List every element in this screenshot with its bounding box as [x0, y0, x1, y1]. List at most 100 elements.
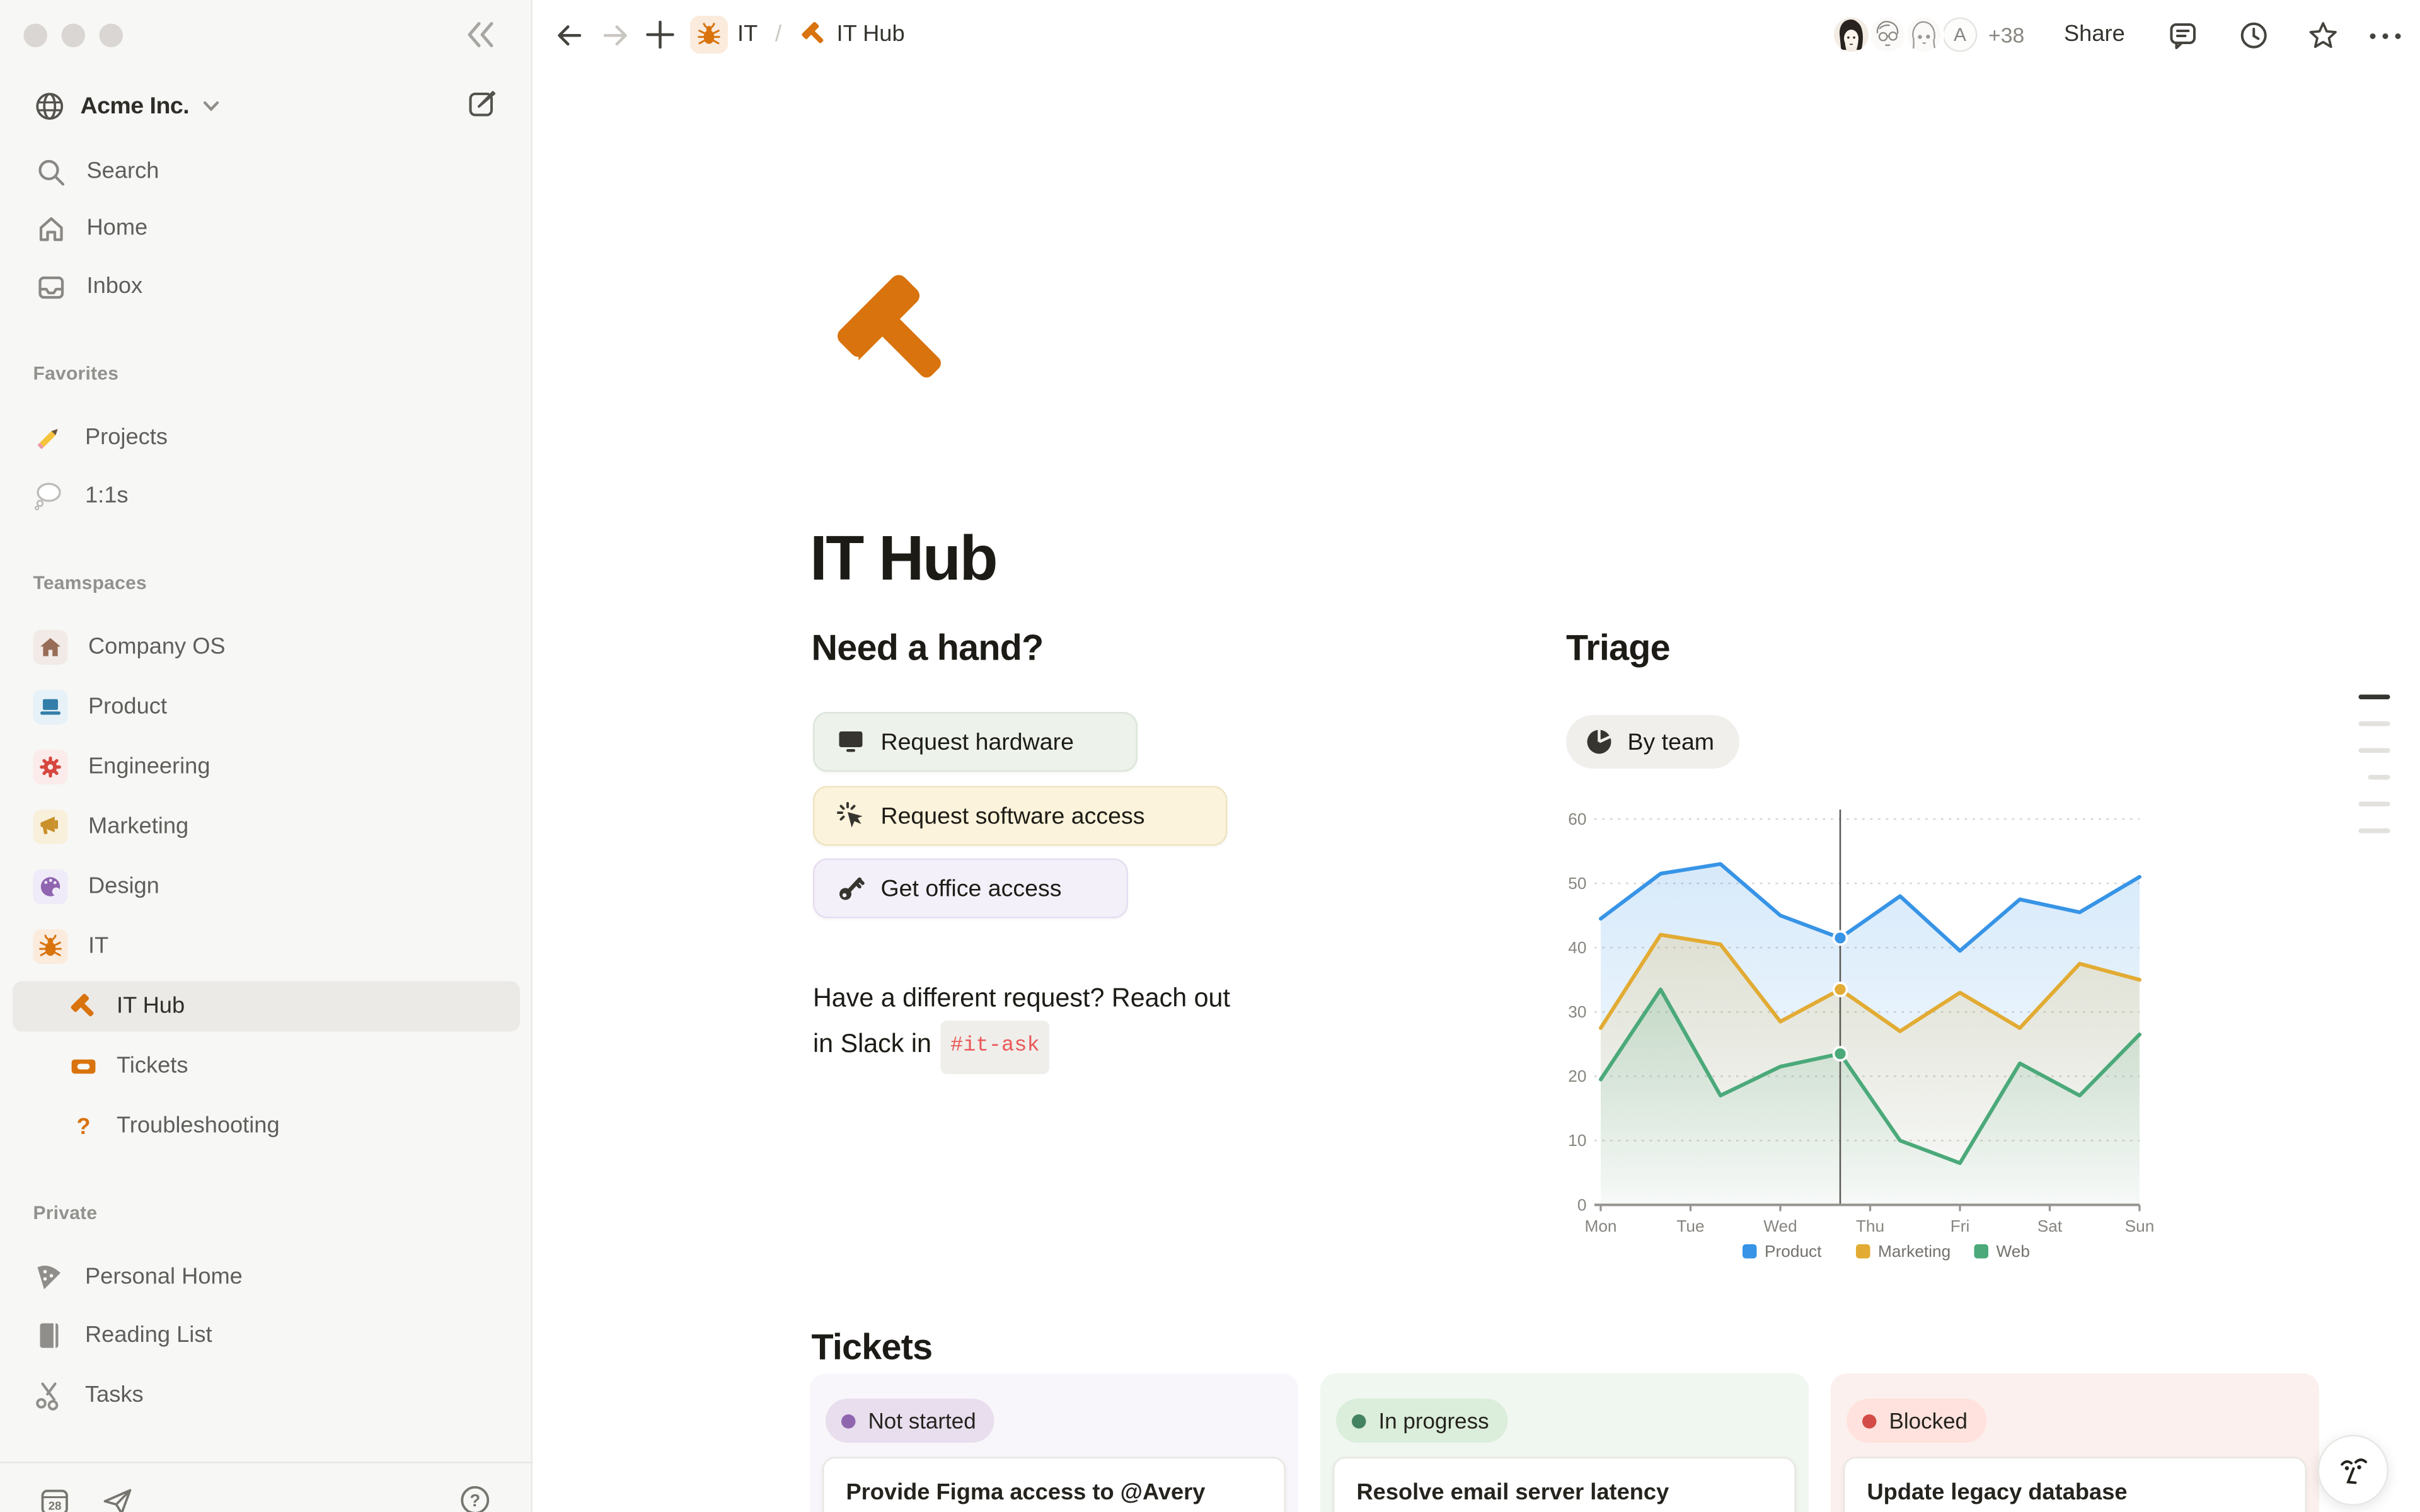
sidebar-item-home[interactable]: Home [13, 205, 520, 252]
outline-mark[interactable] [2368, 775, 2390, 780]
calendar-icon[interactable]: 28 [38, 1486, 71, 1512]
laptop-icon [38, 695, 63, 720]
status-pill[interactable]: Blocked [1847, 1399, 1986, 1443]
window-minimize-button[interactable] [60, 23, 84, 47]
note-line-1: Have a different request? Reach out [813, 983, 1230, 1012]
triage-line-chart[interactable]: 0102030405060MonTueWedThuFriSatSunProduc… [1547, 791, 2162, 1279]
notion-app-window: Acme Inc. Search Home Inbox Favorites Pr… [0, 0, 2420, 1512]
svg-text:Sun: Sun [2125, 1217, 2155, 1235]
button-label: Request hardware [881, 728, 1074, 755]
avatar[interactable] [1903, 14, 1944, 55]
comments-icon[interactable] [2168, 21, 2198, 51]
svg-text:?: ? [470, 1491, 480, 1510]
sidebar-section-teamspaces: Teamspaces [33, 572, 147, 594]
svg-text:10: 10 [1568, 1131, 1586, 1150]
button-label: Request software access [881, 803, 1145, 830]
sidebar-item-company-os[interactable]: Company OS [13, 624, 520, 671]
status-pill[interactable]: Not started [826, 1399, 995, 1443]
svg-text:0: 0 [1577, 1195, 1587, 1214]
members-overflow-count[interactable]: +38 [1988, 24, 2024, 48]
notion-ai-button[interactable] [2318, 1435, 2389, 1506]
sidebar-section-private: Private [33, 1202, 98, 1224]
sidebar-item-it-hub[interactable]: IT Hub [13, 982, 520, 1032]
help-icon[interactable]: ? [459, 1484, 492, 1512]
forward-icon[interactable] [601, 21, 631, 51]
get-office-access-button[interactable]: Get office access [813, 859, 1128, 919]
slack-channel-code[interactable]: #it-ask [941, 1021, 1049, 1074]
outline-mark[interactable] [2359, 802, 2390, 807]
outline-mark[interactable] [2359, 721, 2390, 726]
sidebar-item-label: Personal Home [85, 1265, 243, 1290]
section-heading-triage[interactable]: Triage [1566, 627, 1670, 670]
status-pill[interactable]: In progress [1336, 1399, 1508, 1443]
workspace-switcher[interactable]: Acme Inc. [33, 85, 219, 126]
house-icon [38, 635, 63, 660]
sidebar-item-inbox[interactable]: Inbox [13, 263, 520, 311]
ticket-icon [69, 1052, 98, 1080]
breadcrumb-page[interactable]: IT Hub [837, 22, 905, 47]
window-zoom-button[interactable] [98, 23, 122, 47]
svg-text:20: 20 [1568, 1067, 1586, 1085]
ticket-card[interactable]: Resolve email server latency [1333, 1457, 1796, 1512]
sidebar-item-reading-list[interactable]: Reading List [13, 1312, 520, 1360]
page-title[interactable]: IT Hub [810, 524, 996, 595]
window-close-button[interactable] [23, 23, 47, 47]
section-heading-need-a-hand[interactable]: Need a hand? [812, 627, 1044, 670]
sidebar-item-engineering[interactable]: Engineering [13, 743, 520, 791]
ai-face-icon [2332, 1450, 2373, 1491]
by-team-view-chip[interactable]: By team [1566, 715, 1739, 769]
sidebar-item-tickets[interactable]: Tickets [13, 1043, 520, 1090]
key-icon [837, 874, 865, 903]
sidebar-item-design[interactable]: Design [13, 863, 520, 910]
sidebar-item-troubleshooting[interactable]: ? Troubleshooting [13, 1102, 520, 1150]
share-button[interactable]: Share [2064, 22, 2125, 47]
outline-mark[interactable] [2359, 828, 2390, 833]
sidebar-item-it[interactable]: IT [13, 923, 520, 970]
updates-clock-icon[interactable] [2239, 21, 2269, 51]
sidebar-item-projects[interactable]: Projects [13, 415, 520, 462]
kanban-column-not-started: Not started Provide Figma access to @Ave… [810, 1373, 1298, 1512]
new-page-icon[interactable] [466, 88, 498, 120]
add-page-icon[interactable] [643, 18, 677, 52]
back-icon[interactable] [555, 21, 585, 51]
breadcrumb-page-icon [800, 21, 827, 48]
sidebar-item-label: Home [87, 216, 148, 241]
section-heading-tickets[interactable]: Tickets [812, 1326, 933, 1369]
pizza-icon [33, 1262, 65, 1293]
view-chip-label: By team [1628, 728, 1715, 755]
sidebar-item-label: 1:1s [85, 484, 129, 509]
page-hammer-icon[interactable] [831, 268, 960, 397]
sidebar-item-1-1s[interactable]: 1:1s [13, 472, 520, 520]
request-software-access-button[interactable]: Request software access [813, 786, 1228, 846]
ticket-card[interactable]: Provide Figma access to @Avery [822, 1457, 1286, 1512]
outline-mark[interactable] [2359, 748, 2390, 753]
sidebar-item-personal-home[interactable]: Personal Home [13, 1254, 520, 1301]
sidebar-item-label: Tasks [85, 1383, 144, 1408]
sidebar-item-label: Product [88, 695, 167, 720]
breadcrumb-teamspace[interactable]: IT [737, 22, 758, 47]
avatar[interactable] [1867, 14, 1908, 55]
svg-text:60: 60 [1568, 810, 1586, 828]
svg-text:Product: Product [1765, 1242, 1822, 1261]
ticket-card[interactable]: Update legacy database [1843, 1457, 2307, 1512]
request-hardware-button[interactable]: Request hardware [813, 712, 1138, 772]
more-options-icon[interactable] [2366, 25, 2407, 55]
outline-mark-active[interactable] [2359, 695, 2390, 700]
invite-members-icon[interactable] [101, 1486, 134, 1512]
home-icon [37, 214, 67, 244]
sidebar-item-label: Company OS [88, 635, 226, 660]
sidebar-item-product[interactable]: Product [13, 684, 520, 731]
sidebar-item-tasks[interactable]: Tasks [13, 1372, 520, 1419]
sidebar-item-marketing[interactable]: Marketing [13, 803, 520, 850]
avatar-overflow-letter[interactable]: A [1940, 14, 1981, 55]
svg-text:Wed: Wed [1763, 1217, 1797, 1235]
avatar[interactable] [1831, 14, 1872, 55]
bug-icon [696, 22, 722, 47]
breadcrumb-teamspace-icon[interactable] [690, 16, 728, 54]
sidebar-collapse-icon[interactable] [463, 18, 498, 52]
note-line-2: in Slack in [813, 1030, 931, 1058]
sidebar-item-search[interactable]: Search [13, 148, 520, 195]
favorite-star-icon[interactable] [2308, 21, 2339, 51]
sidebar-item-label: Projects [85, 425, 168, 450]
status-label: In progress [1379, 1408, 1489, 1433]
